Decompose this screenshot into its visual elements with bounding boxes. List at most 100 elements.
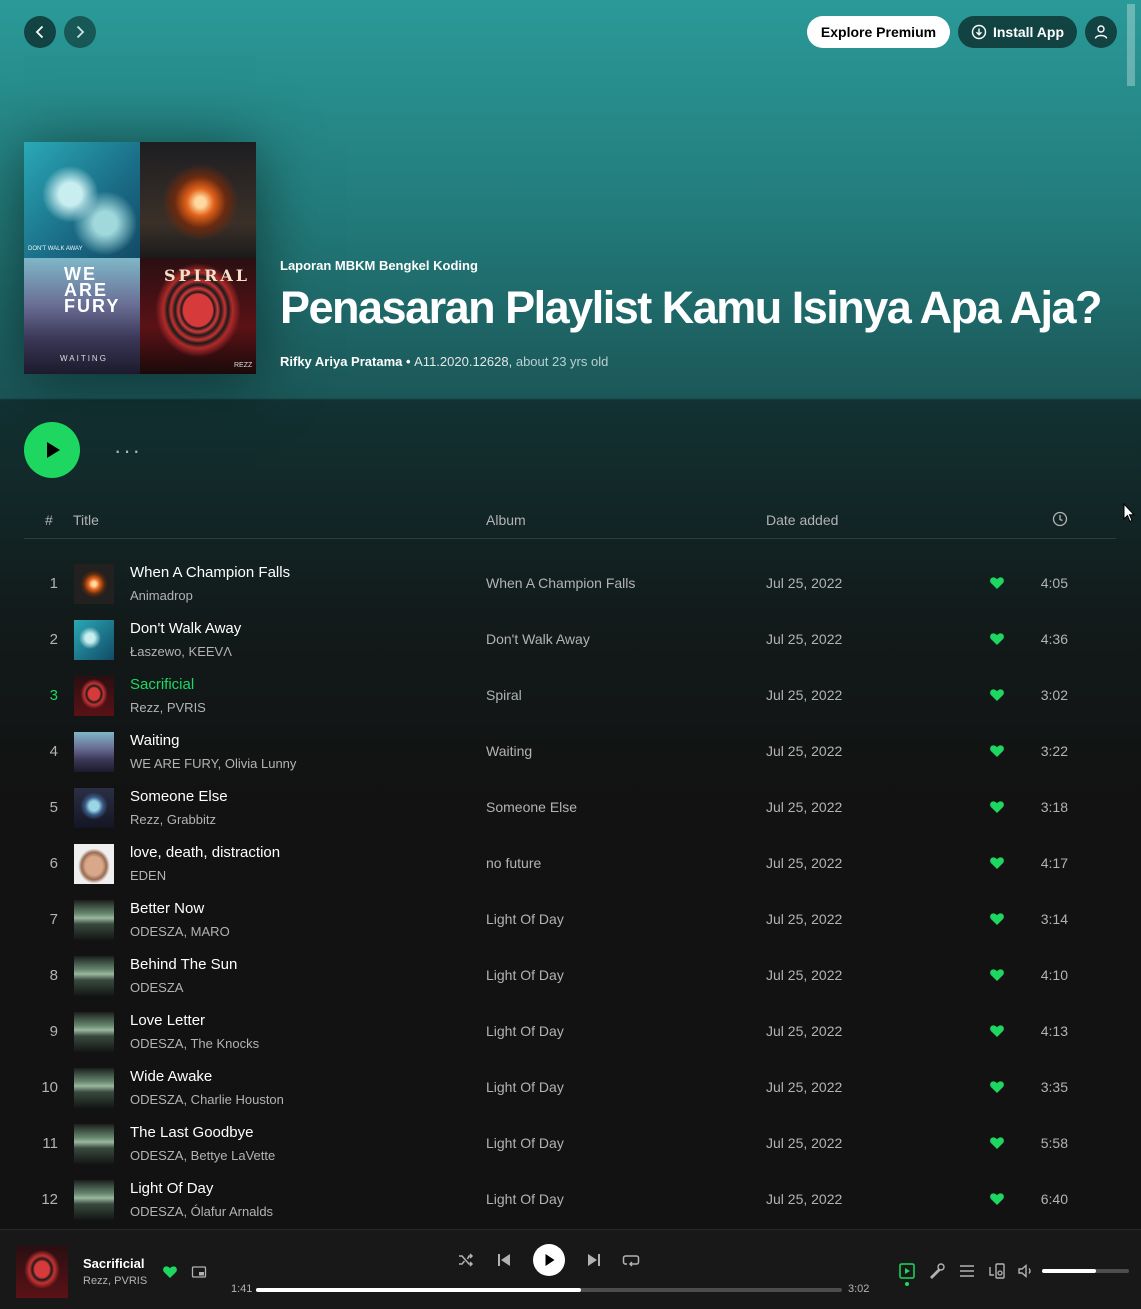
heart-icon[interactable] (989, 1023, 1005, 1039)
track-title[interactable]: Someone Else (130, 788, 228, 805)
track-album[interactable]: no future (486, 855, 541, 871)
now-playing-title[interactable]: Sacrificial (83, 1256, 144, 1271)
track-album[interactable]: Light Of Day (486, 967, 564, 983)
track-artist[interactable]: ODESZA, MARO (130, 924, 230, 939)
play-pause-button[interactable] (533, 1244, 565, 1276)
track-album[interactable]: Spiral (486, 687, 522, 703)
playlist-owner[interactable]: Rifky Ariya Pratama (280, 354, 402, 369)
volume-icon[interactable] (1017, 1262, 1035, 1280)
track-row[interactable]: 2 Don't Walk Away Łaszewo, KEEVΛ Don't Walk… (24, 611, 1116, 667)
heart-icon[interactable] (989, 743, 1005, 759)
scrollbar-thumb[interactable] (1127, 4, 1135, 86)
track-list: 1 When A Champion Falls Animadrop When A Ch… (24, 555, 1116, 1227)
column-date-added[interactable]: Date added (766, 512, 838, 528)
heart-icon[interactable] (989, 855, 1005, 871)
repeat-button[interactable] (622, 1251, 640, 1269)
connect-device-icon[interactable] (988, 1262, 1006, 1280)
track-title[interactable]: Wide Awake (130, 1068, 212, 1085)
forward-button[interactable] (64, 16, 96, 48)
track-table-header: # Title Album Date added (24, 502, 1116, 539)
track-artist[interactable]: ODESZA, Ólafur Arnalds (130, 1204, 273, 1219)
track-row[interactable]: 10 Wide Awake ODESZA, Charlie Houston Light… (24, 1059, 1116, 1115)
track-artist[interactable]: EDEN (130, 868, 166, 883)
track-row[interactable]: 9 Love Letter ODESZA, The Knocks Light Of D… (24, 1003, 1116, 1059)
track-row[interactable]: 4 Waiting WE ARE FURY, Olivia Lunny Waiting… (24, 723, 1116, 779)
track-artist[interactable]: ODESZA, Charlie Houston (130, 1092, 284, 1107)
track-title[interactable]: Waiting (130, 732, 179, 749)
heart-icon[interactable] (162, 1264, 178, 1280)
track-row[interactable]: 8 Behind The Sun ODESZA Light Of Day Jul 25,… (24, 947, 1116, 1003)
volume-slider[interactable] (1042, 1269, 1129, 1273)
track-artist[interactable]: Rezz, PVRIS (130, 700, 206, 715)
more-options-button[interactable]: ··· (114, 438, 142, 464)
track-artist[interactable]: ODESZA, The Knocks (130, 1036, 259, 1051)
track-row[interactable]: 12 Light Of Day ODESZA, Ólafur Arnalds Ligh… (24, 1171, 1116, 1227)
heart-icon[interactable] (989, 799, 1005, 815)
track-title[interactable]: The Last Goodbye (130, 1124, 253, 1141)
column-album[interactable]: Album (486, 512, 526, 528)
track-album[interactable]: Light Of Day (486, 1135, 564, 1151)
track-row[interactable]: 11 The Last Goodbye ODESZA, Bettye LaVette… (24, 1115, 1116, 1171)
track-title[interactable]: Love Letter (130, 1012, 205, 1029)
track-title[interactable]: Behind The Sun (130, 956, 237, 973)
shuffle-button[interactable] (457, 1251, 475, 1269)
track-album[interactable]: Light Of Day (486, 1079, 564, 1095)
track-row[interactable]: 1 When A Champion Falls Animadrop When A Ch… (24, 555, 1116, 611)
back-button[interactable] (24, 16, 56, 48)
now-playing-cover[interactable] (16, 1246, 68, 1298)
track-title[interactable]: When A Champion Falls (130, 564, 290, 581)
track-title[interactable]: Better Now (130, 900, 204, 917)
next-button[interactable] (585, 1251, 603, 1269)
skip-back-icon (498, 1254, 510, 1266)
download-icon (971, 24, 987, 40)
track-duration: 5:58 (1040, 1135, 1068, 1151)
heart-icon[interactable] (989, 911, 1005, 927)
track-duration: 6:40 (1040, 1191, 1068, 1207)
lyrics-icon[interactable] (928, 1262, 946, 1280)
playlist-meta: Rifky Ariya Pratama • A11.2020.12628, ab… (280, 354, 608, 369)
track-date-added: Jul 25, 2022 (766, 911, 843, 927)
track-album[interactable]: Don't Walk Away (486, 631, 590, 647)
player-bar: Sacrificial Rezz, PVRIS 1:41 3:02 (0, 1229, 1141, 1309)
track-album[interactable]: When A Champion Falls (486, 575, 635, 591)
column-duration[interactable] (1052, 511, 1068, 530)
track-artist[interactable]: ODESZA, Bettye LaVette (130, 1148, 275, 1163)
track-row[interactable]: 3 Sacrificial Rezz, PVRIS Spiral Jul 25, 202… (24, 667, 1116, 723)
heart-icon[interactable] (989, 1135, 1005, 1151)
track-album[interactable]: Light Of Day (486, 911, 564, 927)
track-title[interactable]: Light Of Day (130, 1180, 213, 1197)
track-title[interactable]: love, death, distraction (130, 844, 280, 861)
now-playing-artist[interactable]: Rezz, PVRIS (83, 1275, 147, 1287)
track-title[interactable]: Sacrificial (130, 676, 194, 693)
play-playlist-button[interactable] (24, 422, 80, 478)
heart-icon[interactable] (989, 575, 1005, 591)
heart-icon[interactable] (989, 687, 1005, 703)
heart-icon[interactable] (989, 1079, 1005, 1095)
track-artist[interactable]: ODESZA (130, 980, 183, 995)
progress-bar[interactable] (256, 1288, 842, 1292)
track-artist[interactable]: Rezz, Grabbitz (130, 812, 216, 827)
track-album[interactable]: Light Of Day (486, 1023, 564, 1039)
heart-icon[interactable] (989, 631, 1005, 647)
explore-premium-button[interactable]: Explore Premium (807, 16, 950, 48)
picture-in-picture-icon[interactable] (191, 1264, 207, 1280)
track-artist[interactable]: Łaszewo, KEEVΛ (130, 644, 232, 659)
install-app-button[interactable]: Install App (958, 16, 1077, 48)
profile-button[interactable] (1085, 16, 1117, 48)
track-row[interactable]: 6 love, death, distraction EDEN no future Ju… (24, 835, 1116, 891)
heart-icon[interactable] (989, 1191, 1005, 1207)
now-playing-view-icon[interactable] (898, 1262, 916, 1280)
previous-button[interactable] (495, 1251, 513, 1269)
track-artist[interactable]: Animadrop (130, 588, 193, 603)
track-album[interactable]: Someone Else (486, 799, 577, 815)
column-title[interactable]: Title (73, 512, 99, 528)
queue-icon[interactable] (958, 1262, 976, 1280)
track-title[interactable]: Don't Walk Away (130, 620, 241, 637)
track-number: 8 (49, 967, 58, 984)
track-album[interactable]: Waiting (486, 743, 532, 759)
track-artist[interactable]: WE ARE FURY, Olivia Lunny (130, 756, 296, 771)
track-row[interactable]: 7 Better Now ODESZA, MARO Light Of Day Jul 2… (24, 891, 1116, 947)
track-album[interactable]: Light Of Day (486, 1191, 564, 1207)
track-row[interactable]: 5 Someone Else Rezz, Grabbitz Someone Else J… (24, 779, 1116, 835)
heart-icon[interactable] (989, 967, 1005, 983)
